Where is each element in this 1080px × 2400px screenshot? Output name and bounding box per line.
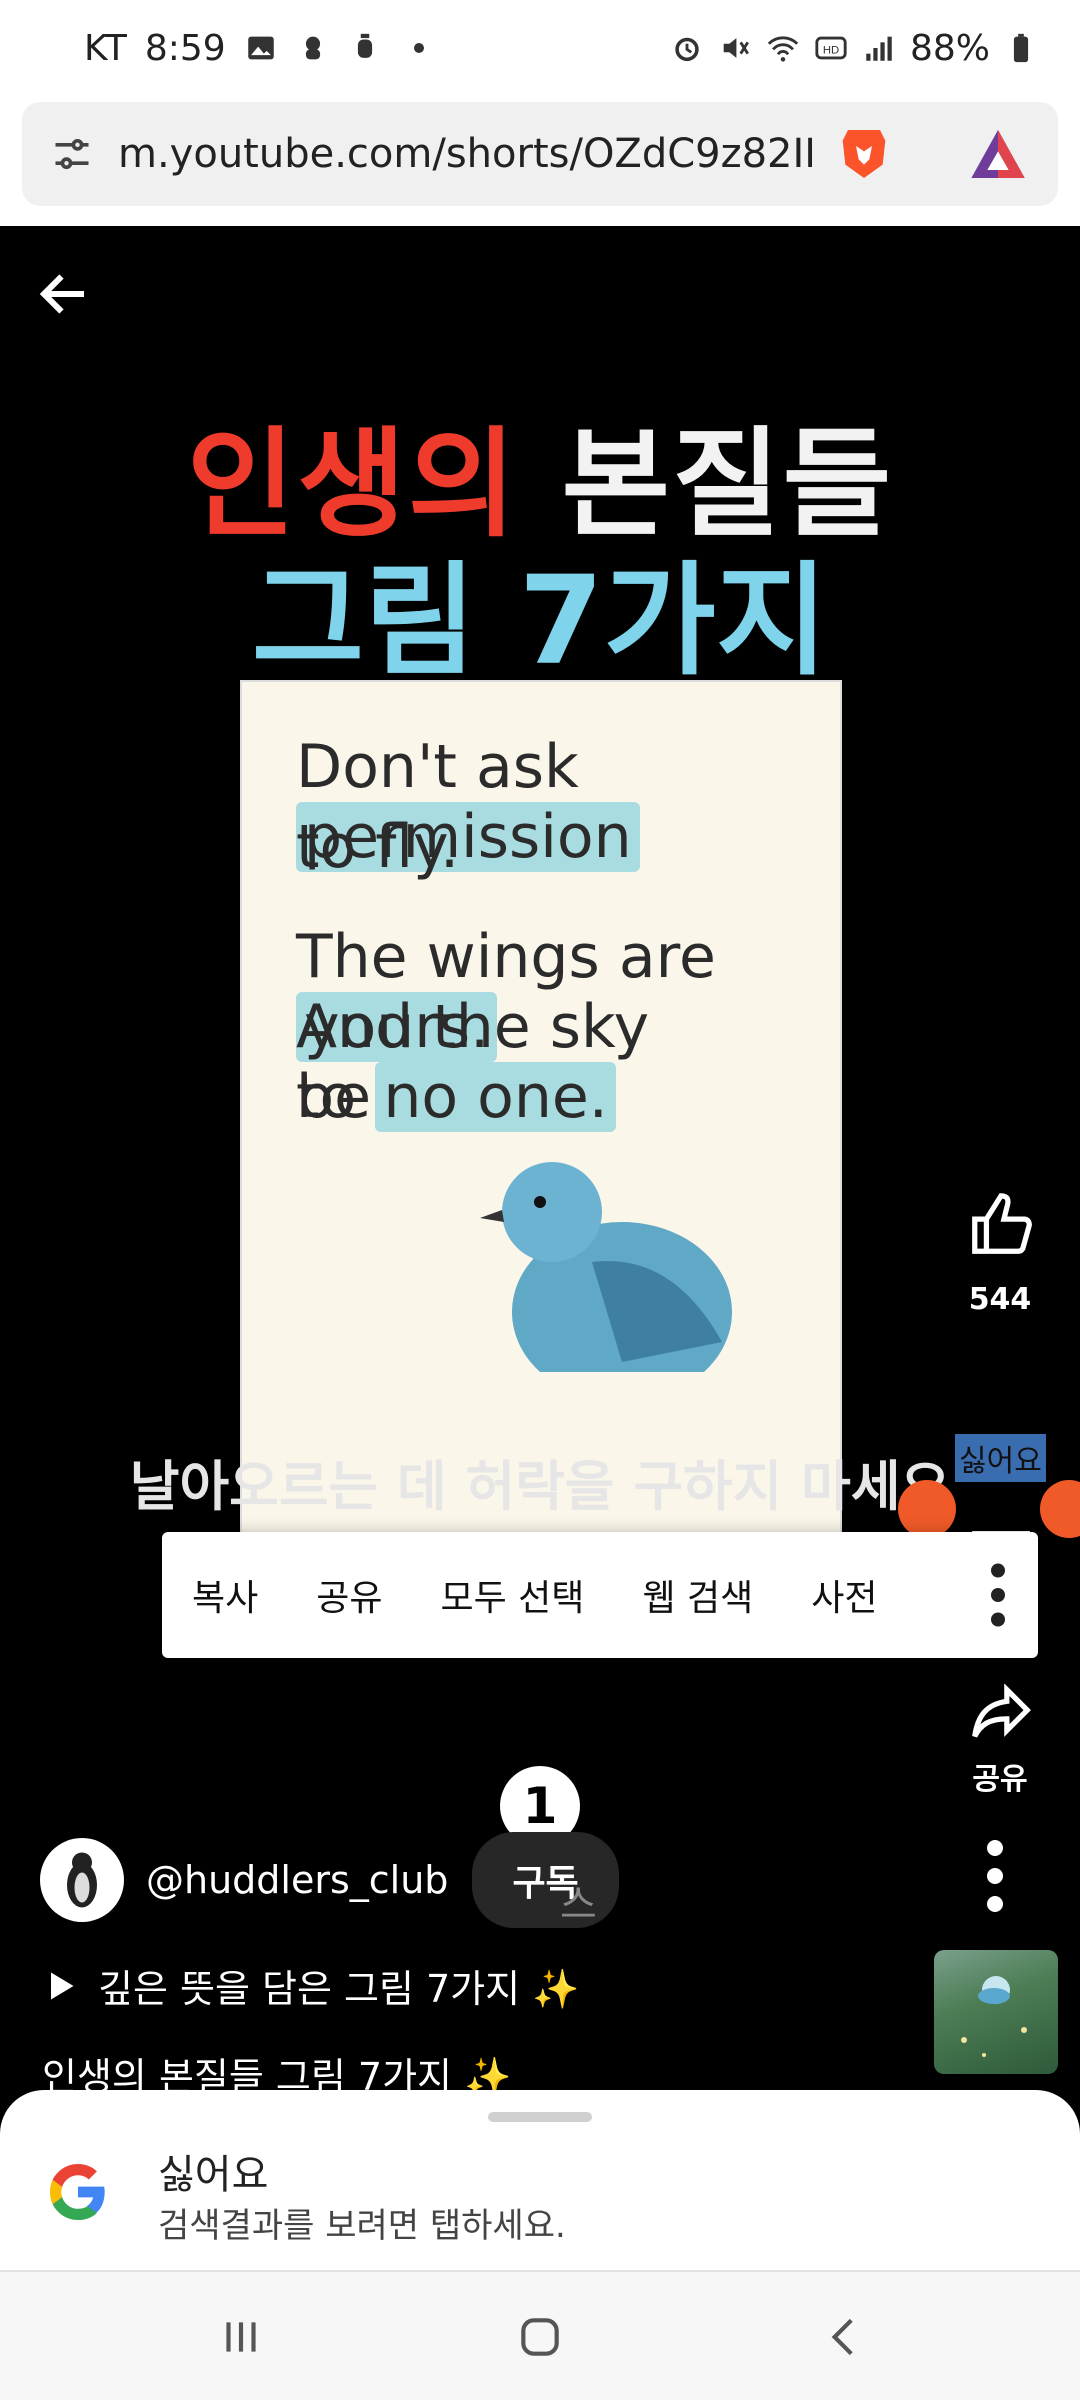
back-icon[interactable] <box>820 2312 870 2362</box>
overlay-text-fragment: 스 <box>560 1882 597 1928</box>
channel-handle[interactable]: @huddlers_club <box>146 1858 448 1902</box>
card-highlight: no one. <box>375 1062 616 1132</box>
play-icon <box>51 1972 74 1999</box>
mute-icon <box>723 38 749 58</box>
sheet-hint: 검색결과를 보려면 탭하세요. <box>158 2206 566 2246</box>
share-label: 공유 <box>972 1762 1028 1797</box>
address-bar[interactable]: m.youtube.com/shorts/OZdC9z82IH0 <box>22 102 1058 206</box>
sheet-query: 싫어요 <box>158 2152 269 2198</box>
url-text[interactable]: m.youtube.com/shorts/OZdC9z82IH0 <box>118 131 812 177</box>
app-notification-icon <box>305 36 320 60</box>
menu-select-all[interactable]: 모두 선택 <box>441 1569 585 1621</box>
battery-percent: 88% <box>909 27 990 69</box>
brave-rewards-icon[interactable] <box>966 122 1030 186</box>
video-description[interactable]: 인생의 본질들 그림 7가지 ✨ <box>42 2046 511 2090</box>
share-icon[interactable] <box>966 1678 1036 1748</box>
clock: 8:59 <box>144 27 226 69</box>
more-vert-icon[interactable] <box>988 1560 1008 1630</box>
more-notifications-dot <box>413 43 424 53</box>
back-arrow-icon[interactable] <box>34 264 94 324</box>
dislike-label-selected[interactable]: 싫어요 <box>955 1434 1046 1482</box>
action-column: 544 13 공유 <box>920 226 1080 2090</box>
google-logo-icon <box>50 2164 105 2220</box>
playlist-link[interactable]: 깊은 뜻을 담은 그림 7가지 ✨ <box>42 1958 580 2013</box>
menu-dictionary[interactable]: 사전 <box>811 1569 877 1621</box>
svg-text:HD: HD <box>823 45 839 57</box>
sheet-grabber[interactable] <box>488 2112 592 2122</box>
hd-voice-icon: HD <box>815 36 847 60</box>
wifi-icon <box>767 36 799 62</box>
playlist-label: 깊은 뜻을 담은 그림 7가지 ✨ <box>98 1967 580 2011</box>
video-title-line2: 그림 7가지 <box>251 550 829 692</box>
card-text: The wings are <box>296 922 716 992</box>
like-count: 544 <box>968 1282 1032 1317</box>
system-nav-bar <box>0 2270 1080 2400</box>
selection-handle-left[interactable] <box>898 1480 956 1538</box>
watch-icon <box>357 33 372 58</box>
menu-copy[interactable]: 복사 <box>192 1569 258 1621</box>
card-text: Don't ask <box>296 732 579 802</box>
more-options-icon[interactable] <box>980 1836 1010 1916</box>
alarm-icon <box>675 37 699 62</box>
menu-web-search[interactable]: 웹 검색 <box>642 1569 753 1621</box>
recents-icon[interactable] <box>216 2312 266 2362</box>
card-text: to <box>296 1062 357 1132</box>
menu-share[interactable]: 공유 <box>316 1569 382 1621</box>
browser-toolbar: m.youtube.com/shorts/OZdC9z82IH0 <box>0 96 1080 226</box>
gallery-icon <box>247 36 274 60</box>
brave-shields-icon[interactable] <box>832 122 896 186</box>
avatar[interactable] <box>40 1838 124 1922</box>
google-search-sheet[interactable]: 싫어요 검색결과를 보려면 탭하세요. <box>0 2090 1080 2270</box>
shorts-player[interactable]: 인생의 본질들 그림 7가지 Don't ask permission to f… <box>0 226 1080 2090</box>
bird-illustration <box>480 1162 732 1372</box>
card-line-5: to no one. <box>296 1062 616 1132</box>
carrier-label: KT <box>84 27 127 69</box>
channel-row: @huddlers_club 구독 <box>40 1832 619 1928</box>
signal-icon <box>866 36 892 61</box>
text-selection-menu: 복사 공유 모두 선택 웹 검색 사전 <box>162 1532 1038 1658</box>
home-icon[interactable] <box>515 2312 565 2362</box>
card-line-2: to fly. <box>296 812 460 882</box>
battery-icon <box>1013 33 1029 63</box>
status-bar: KT 8:59 HD 88% <box>0 0 1080 96</box>
site-settings-icon[interactable] <box>50 132 94 176</box>
thumbnail-image <box>961 1976 1027 2057</box>
like-icon[interactable] <box>966 1190 1036 1260</box>
next-video-thumbnail[interactable] <box>934 1950 1058 2074</box>
penguin-icon <box>67 1852 97 1908</box>
